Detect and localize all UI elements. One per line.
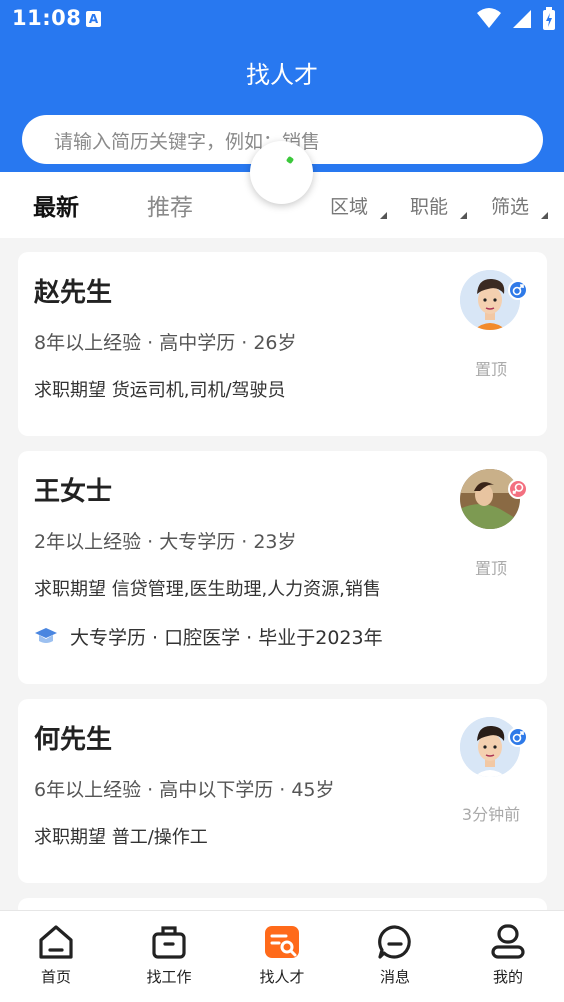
dropdown-triangle-icon xyxy=(541,212,548,219)
nav-find-job[interactable]: 找工作 xyxy=(113,911,225,1002)
candidate-card[interactable]: 何先生 6年以上经验 · 高中以下学历 · 45岁 求职期望 普工/操作工 3分… xyxy=(18,699,547,883)
signal-icon xyxy=(512,10,531,28)
candidate-meta: 2年以上经验 · 大专学历 · 23岁 xyxy=(34,531,297,553)
bottom-navigation: 首页 找工作 找人才 消息 我的 xyxy=(0,910,564,1002)
candidate-expectation: 求职期望 货运司机,司机/驾驶员 xyxy=(34,376,286,402)
fab-indicator-icon xyxy=(285,155,295,165)
expect-value: 普工/操作工 xyxy=(111,827,208,848)
find-talent-icon xyxy=(265,926,299,958)
tab-recommend[interactable]: 推荐 xyxy=(147,188,193,222)
candidate-name: 王女士 xyxy=(34,477,113,507)
male-avatar-icon xyxy=(460,270,520,330)
pinned-label[interactable]: 置顶 xyxy=(460,356,522,380)
filter-screen[interactable]: 筛选 xyxy=(491,192,529,219)
wifi-icon xyxy=(476,8,501,28)
photo-avatar-icon xyxy=(460,469,520,529)
male-gender-icon xyxy=(508,280,528,300)
nav-label: 找工作 xyxy=(146,968,192,986)
expect-label: 求职期望 xyxy=(34,380,106,401)
candidate-name: 赵先生 xyxy=(34,278,113,308)
female-gender-icon xyxy=(508,479,528,499)
nav-label: 找人才 xyxy=(259,968,305,986)
candidate-education: 大专学历 · 口腔医学 · 毕业于2023年 xyxy=(34,623,383,651)
candidate-card[interactable]: 赵先生 8年以上经验 · 高中学历 · 26岁 求职期望 货运司机,司机/驾驶员… xyxy=(18,252,547,436)
dropdown-triangle-icon xyxy=(380,212,387,219)
home-icon xyxy=(39,925,73,959)
education-text: 大专学历 · 口腔医学 · 毕业于2023年 xyxy=(70,627,383,649)
pinned-label[interactable]: 置顶 xyxy=(460,555,522,579)
time-label: 3分钟前 xyxy=(461,805,521,824)
floating-button[interactable] xyxy=(250,141,313,204)
expect-label: 求职期望 xyxy=(34,579,106,600)
system-icons xyxy=(472,7,556,31)
nav-home[interactable]: 首页 xyxy=(0,911,112,1002)
nav-label: 首页 xyxy=(40,968,71,986)
nav-profile[interactable]: 我的 xyxy=(452,911,564,1002)
male-gender-icon xyxy=(508,727,528,747)
candidate-meta: 8年以上经验 · 高中学历 · 26岁 xyxy=(34,332,297,354)
male-avatar-icon xyxy=(460,717,520,777)
nav-label: 我的 xyxy=(492,968,523,986)
candidate-name: 何先生 xyxy=(34,725,113,755)
nav-find-talent[interactable]: 找人才 xyxy=(226,911,338,1002)
avatar[interactable] xyxy=(460,270,520,330)
app-notification-icon: A xyxy=(86,11,101,27)
briefcase-icon xyxy=(152,926,186,959)
message-icon xyxy=(378,925,411,959)
dropdown-triangle-icon xyxy=(460,212,467,219)
expect-value: 信贷管理,医生助理,人力资源,销售 xyxy=(111,579,381,600)
profile-icon xyxy=(491,924,525,959)
expect-label: 求职期望 xyxy=(34,827,106,848)
battery-icon xyxy=(543,7,555,30)
page-title: 找人才 xyxy=(246,61,318,89)
status-bar: 11:08 A xyxy=(0,0,564,38)
candidate-meta: 6年以上经验 · 高中以下学历 · 45岁 xyxy=(34,779,335,801)
status-time: 11:08 xyxy=(12,6,82,30)
expect-value: 货运司机,司机/驾驶员 xyxy=(111,380,286,401)
candidate-expectation: 求职期望 信贷管理,医生助理,人力资源,销售 xyxy=(34,575,381,601)
avatar[interactable] xyxy=(460,469,520,529)
nav-messages[interactable]: 消息 xyxy=(339,911,451,1002)
tab-latest[interactable]: 最新 xyxy=(33,188,79,222)
candidate-expectation: 求职期望 普工/操作工 xyxy=(34,823,208,849)
filter-region[interactable]: 区域 xyxy=(330,192,368,219)
nav-label: 消息 xyxy=(379,968,410,986)
graduation-cap-icon xyxy=(34,626,58,651)
avatar[interactable] xyxy=(460,717,520,777)
candidate-card[interactable]: 王女士 2年以上经验 · 大专学历 · 23岁 求职期望 信贷管理,医生助理,人… xyxy=(18,451,547,684)
filter-function[interactable]: 职能 xyxy=(410,192,448,219)
